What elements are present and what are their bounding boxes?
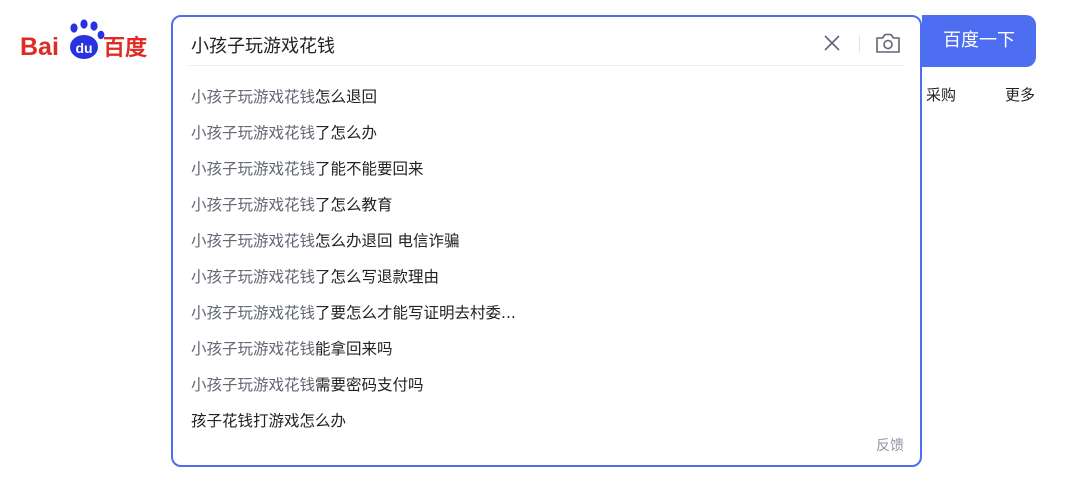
suggestion-item[interactable]: 小孩子玩游戏花钱怎么退回 bbox=[173, 79, 920, 115]
camera-icon[interactable] bbox=[873, 29, 903, 57]
suggestion-suffix: 怎么退回 bbox=[315, 88, 378, 106]
suggestion-suffix: 能拿回来吗 bbox=[315, 340, 393, 358]
logo-text-du: du bbox=[75, 40, 92, 56]
suggestion-suffix: 孩子花钱打游戏怎么办 bbox=[191, 412, 347, 430]
nav-link-caigou[interactable]: 采购 bbox=[926, 84, 956, 105]
suggestion-suffix: 了要怎么才能写证明去村委... bbox=[315, 304, 516, 322]
dropdown-divider bbox=[189, 65, 904, 66]
suggestion-prefix: 小孩子玩游戏花钱 bbox=[191, 124, 316, 142]
suggestion-suffix: 了怎么办 bbox=[315, 124, 378, 142]
search-box: 小孩子玩游戏花钱怎么退回 小孩子玩游戏花钱了怎么办 小孩子玩游戏花钱了能不能要回… bbox=[171, 15, 922, 467]
suggestion-prefix: 小孩子玩游戏花钱 bbox=[191, 340, 316, 358]
suggestion-suffix: 怎么办退回 电信诈骗 bbox=[315, 232, 460, 250]
suggestion-item[interactable]: 小孩子玩游戏花钱了怎么写退款理由 bbox=[173, 259, 920, 295]
suggestion-prefix: 小孩子玩游戏花钱 bbox=[191, 232, 316, 250]
suggestion-prefix: 小孩子玩游戏花钱 bbox=[191, 268, 316, 286]
suggestion-item[interactable]: 小孩子玩游戏花钱怎么办退回 电信诈骗 bbox=[173, 223, 920, 259]
suggestion-item[interactable]: 小孩子玩游戏花钱需要密码支付吗 bbox=[173, 367, 920, 403]
feedback-link[interactable]: 反馈 bbox=[876, 435, 904, 455]
suggestion-prefix: 小孩子玩游戏花钱 bbox=[191, 196, 316, 214]
logo-text-bai: Bai bbox=[20, 33, 59, 61]
suggestion-suffix: 了怎么写退款理由 bbox=[315, 268, 440, 286]
suggestion-suffix: 了能不能要回来 bbox=[315, 160, 424, 178]
suggestion-suffix: 需要密码支付吗 bbox=[315, 376, 424, 394]
suggestion-prefix: 小孩子玩游戏花钱 bbox=[191, 160, 316, 178]
toolbar-divider bbox=[859, 35, 860, 53]
suggestion-item[interactable]: 小孩子玩游戏花钱了要怎么才能写证明去村委... bbox=[173, 295, 920, 331]
suggestion-prefix: 小孩子玩游戏花钱 bbox=[191, 376, 316, 394]
suggestion-list: 小孩子玩游戏花钱怎么退回 小孩子玩游戏花钱了怎么办 小孩子玩游戏花钱了能不能要回… bbox=[173, 79, 920, 439]
suggestion-item[interactable]: 孩子花钱打游戏怎么办 bbox=[173, 403, 920, 439]
suggestion-item[interactable]: 小孩子玩游戏花钱能拿回来吗 bbox=[173, 331, 920, 367]
baidu-logo[interactable]: Bai du 百度 bbox=[20, 18, 152, 64]
baidu-paw-icon: du bbox=[70, 19, 105, 59]
suggestion-item[interactable]: 小孩子玩游戏花钱了怎么办 bbox=[173, 115, 920, 151]
logo-text-baidu: 百度 bbox=[103, 35, 148, 61]
search-input[interactable] bbox=[191, 27, 751, 63]
suggestion-prefix: 小孩子玩游戏花钱 bbox=[191, 88, 316, 106]
suggestion-item[interactable]: 小孩子玩游戏花钱了能不能要回来 bbox=[173, 151, 920, 187]
suggestion-suffix: 了怎么教育 bbox=[315, 196, 393, 214]
clear-icon[interactable] bbox=[821, 32, 843, 54]
search-button[interactable]: 百度一下 bbox=[922, 15, 1036, 67]
nav-link-more[interactable]: 更多 bbox=[1005, 84, 1035, 105]
suggestion-item[interactable]: 小孩子玩游戏花钱了怎么教育 bbox=[173, 187, 920, 223]
suggestion-prefix: 小孩子玩游戏花钱 bbox=[191, 304, 316, 322]
